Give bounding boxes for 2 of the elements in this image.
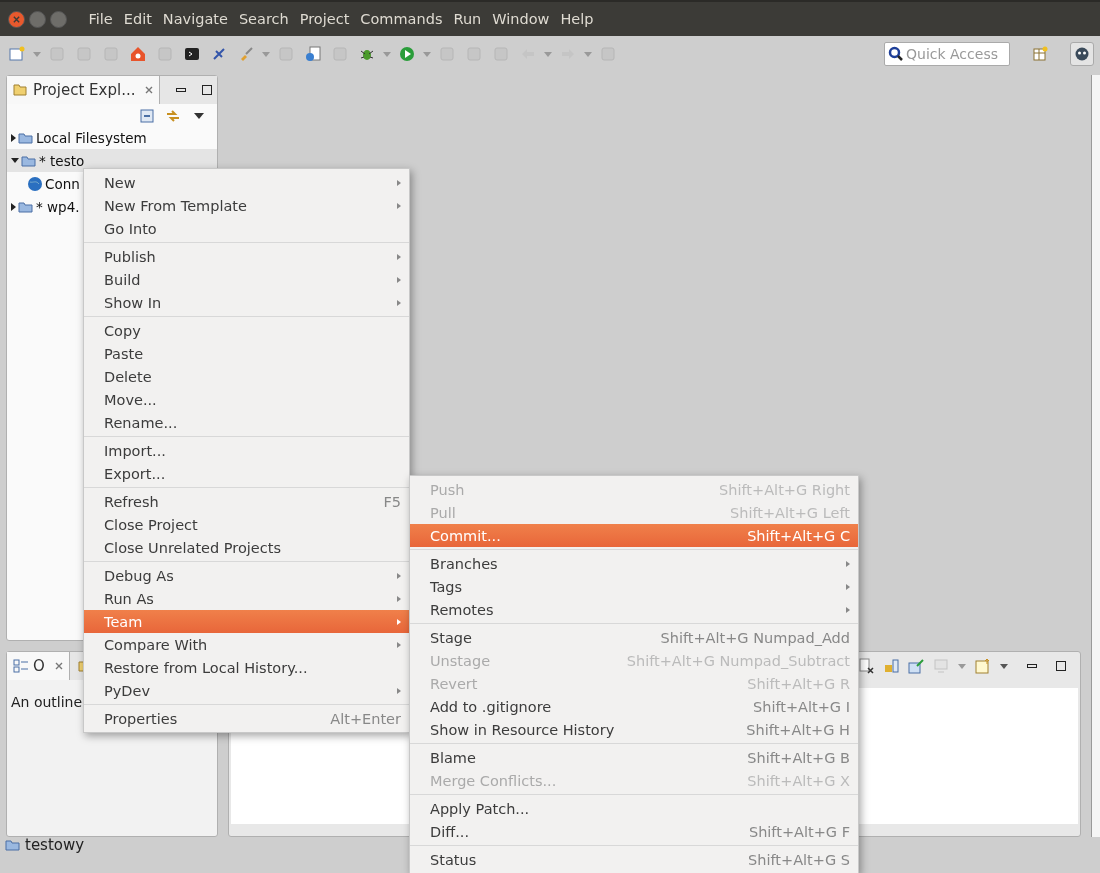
- status-text: testowy: [25, 835, 85, 854]
- outline-message: An outline: [11, 694, 83, 711]
